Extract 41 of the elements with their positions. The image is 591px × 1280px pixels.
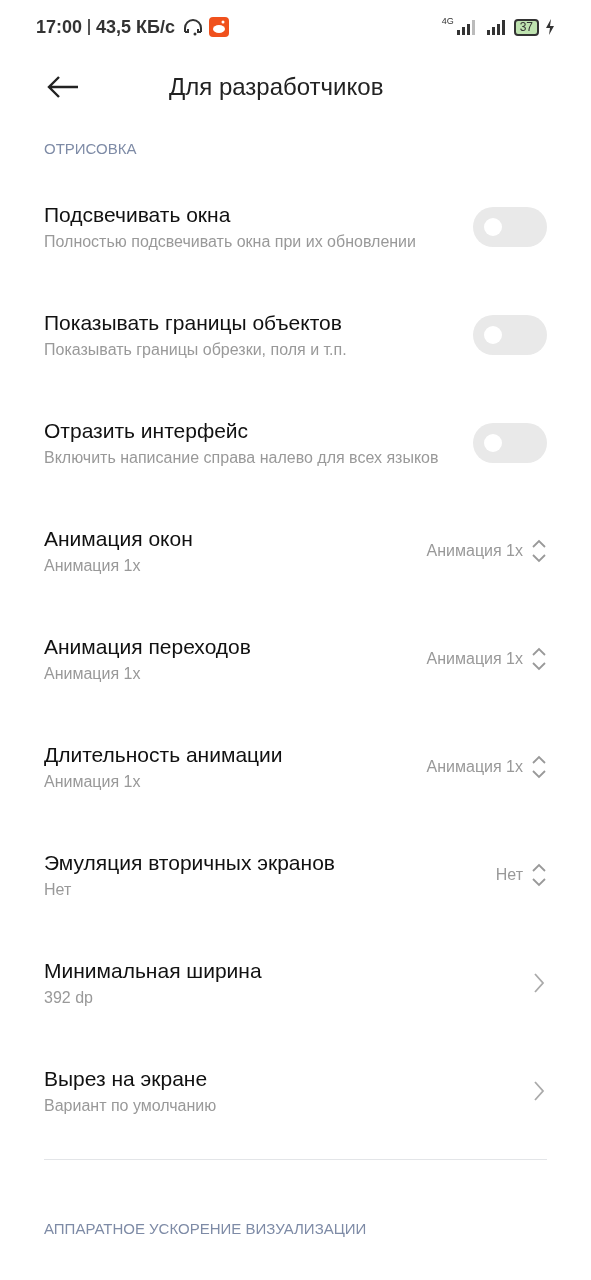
page-title: Для разработчиков <box>169 73 384 101</box>
status-time: 17:00 <box>36 16 83 38</box>
setting-description: Полностью подсвечивать окна при их обновлении <box>44 232 417 252</box>
signal-icon <box>455 19 478 35</box>
setting-title: Длительность анимации <box>44 742 284 768</box>
chevron-right-icon[interactable] <box>533 972 545 994</box>
back-icon[interactable] <box>46 75 80 99</box>
charging-icon <box>545 19 555 35</box>
up-down-arrows-icon[interactable] <box>531 863 547 887</box>
section-header: ОТРИСОВКА <box>43 139 138 159</box>
signal-icon <box>485 19 508 35</box>
setting-title: Показывать границы объектов <box>44 310 343 336</box>
selected-value[interactable]: Нет <box>495 866 523 884</box>
setting-description: Нет <box>44 880 73 900</box>
up-down-arrows-icon[interactable] <box>531 647 547 671</box>
setting-title: Вырез на экране <box>44 1066 209 1092</box>
setting-description: Вариант по умолчанию <box>44 1096 218 1116</box>
network-speed: 43,5 КБ/с <box>96 16 176 38</box>
setting-description: Анимация 1x <box>44 664 142 684</box>
setting-description: Анимация 1x <box>44 772 142 792</box>
setting-description: Показывать границы обрезки, поля и т.п. <box>44 340 348 360</box>
app-notification-icon <box>209 17 230 37</box>
network-type: 4G <box>441 16 454 26</box>
chevron-right-icon[interactable] <box>533 1080 545 1102</box>
up-down-arrows-icon[interactable] <box>531 755 547 779</box>
setting-title: Эмуляция вторичных экранов <box>44 850 336 876</box>
selected-value[interactable]: Анимация 1x <box>426 542 523 560</box>
section-header: АППАРАТНОЕ УСКОРЕНИЕ ВИЗУАЛИЗАЦИИ <box>43 1219 368 1239</box>
setting-title: Отразить интерфейс <box>44 418 250 444</box>
setting-title: Анимация окон <box>44 526 194 552</box>
setting-title: Подсвечивать окна <box>44 202 232 228</box>
setting-description: 392 dp <box>44 988 94 1008</box>
up-down-arrows-icon[interactable] <box>531 539 547 563</box>
selected-value[interactable]: Анимация 1x <box>426 650 523 668</box>
setting-description: Анимация 1x <box>44 556 142 576</box>
setting-title: Анимация переходов <box>44 634 252 660</box>
headphones-icon <box>183 18 204 36</box>
setting-description: Включить написание справа налево для всех языков <box>44 448 440 468</box>
setting-title: Минимальная ширина <box>44 958 263 984</box>
selected-value[interactable]: Анимация 1x <box>426 758 523 776</box>
battery-indicator: 37 <box>513 18 539 36</box>
